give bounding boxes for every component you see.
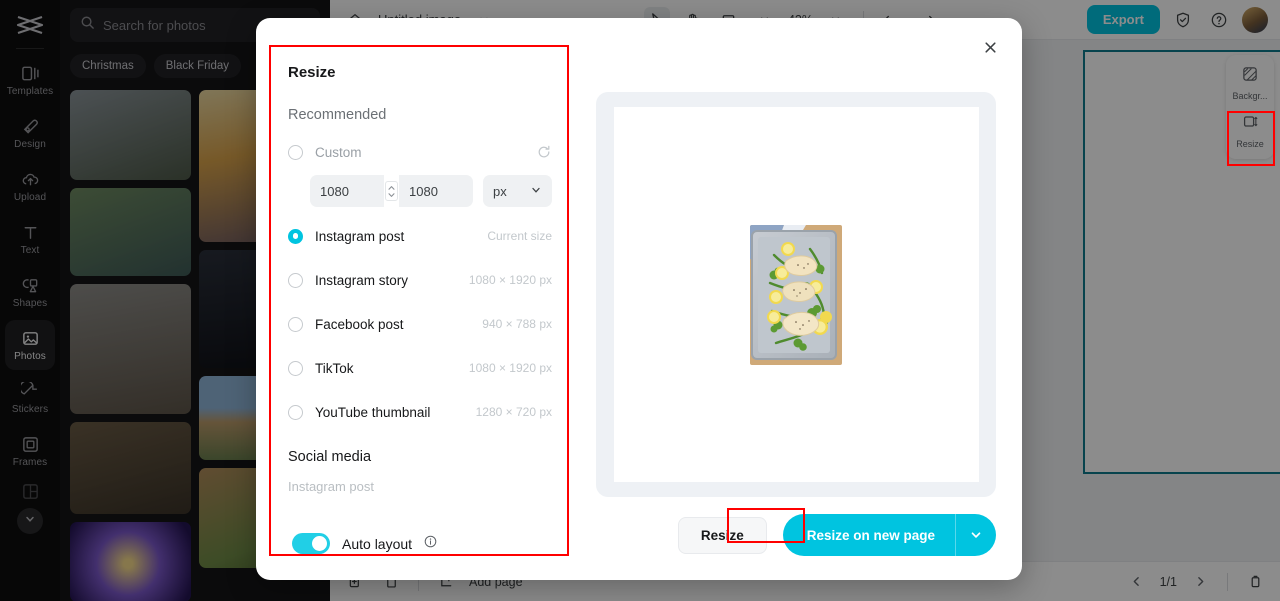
preview-image-sheet-pan-chicken [750,224,842,365]
resize-button[interactable]: Resize [677,516,767,554]
info-icon[interactable] [424,535,437,553]
option-instagram-post[interactable]: Instagram post Current size [288,221,552,251]
unit-select[interactable]: px [483,175,552,207]
option-size: 1080 × 1920 px [468,361,552,375]
option-tiktok[interactable]: TikTok 1080 × 1920 px [288,353,552,383]
preview-page [613,107,979,482]
height-input[interactable] [399,175,473,207]
option-label: YouTube thumbnail [315,404,431,420]
resize-on-new-page-label: Resize on new page [806,527,935,543]
recommended-heading: Recommended [288,107,387,123]
modal-actions: Resize Resize on new page [677,514,996,556]
auto-layout-label: Auto layout [342,535,413,552]
auto-layout-toggle[interactable] [292,533,330,554]
option-label: Facebook post [315,316,404,332]
option-label: TikTok [315,360,354,376]
option-instagram-story[interactable]: Instagram story 1080 × 1920 px [288,265,552,295]
option-label: Instagram post [315,228,405,244]
close-icon [983,40,998,60]
reset-icon[interactable] [536,144,552,160]
option-label: Custom [315,144,362,160]
radio-instagram-post[interactable] [288,228,303,244]
close-button[interactable] [976,36,1004,64]
unit-value: px [493,183,507,199]
option-size: Current size [487,229,552,243]
resize-on-new-page-button[interactable]: Resize on new page [782,514,996,556]
option-youtube-thumbnail[interactable]: YouTube thumbnail 1280 × 720 px [288,397,552,427]
radio-tiktok[interactable] [288,360,303,376]
chevron-down-icon[interactable] [956,528,996,542]
radio-instagram-story[interactable] [288,272,303,288]
option-size: 1280 × 720 px [475,405,552,419]
option-custom[interactable]: Custom [288,137,552,167]
resize-modal: Resize Recommended Custom px [256,18,1022,580]
toggle-knob [312,536,327,551]
modal-title: Resize [288,64,336,81]
radio-custom[interactable] [288,144,303,160]
resize-options-pane: Resize Recommended Custom px [270,46,570,556]
option-label: Instagram story [315,272,409,288]
width-input[interactable] [310,175,384,207]
social-media-item[interactable]: Instagram post [288,479,552,494]
option-facebook-post[interactable]: Facebook post 940 × 788 px [288,309,552,339]
dimension-inputs: px [288,175,552,207]
radio-youtube-thumbnail[interactable] [288,404,303,420]
radio-facebook-post[interactable] [288,316,303,332]
social-media-heading: Social media [288,449,372,465]
resize-preview [596,92,996,497]
auto-layout-row: Auto layout [292,533,437,554]
link-dimensions-icon[interactable] [385,181,398,201]
option-size: 1080 × 1920 px [468,273,552,287]
chevron-down-icon [530,184,542,199]
option-size: 940 × 788 px [482,317,552,331]
